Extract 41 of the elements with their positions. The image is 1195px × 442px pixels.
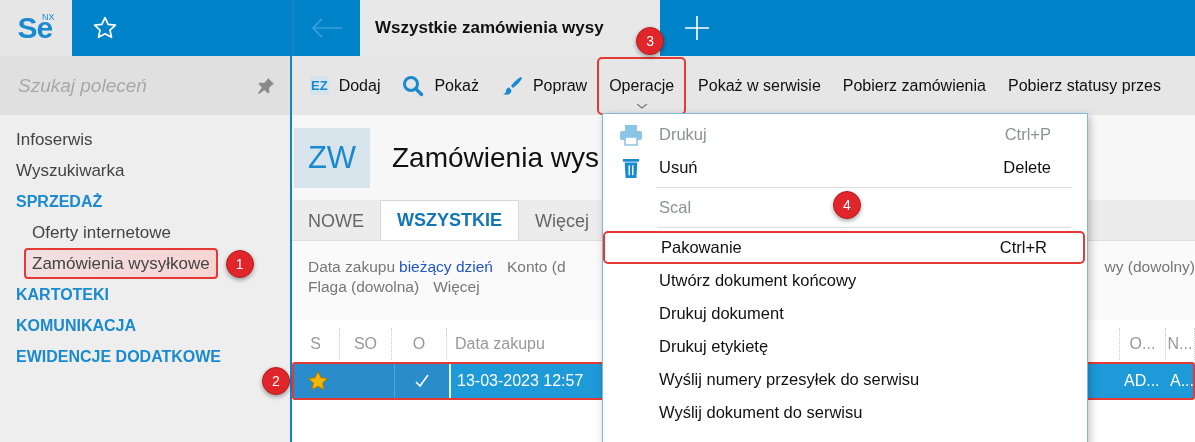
toolbar-button[interactable]: Pokaż w serwisie xyxy=(688,65,831,106)
shortcut-label: Delete xyxy=(1003,158,1051,177)
toolbar-button[interactable]: EZ Dodaj xyxy=(300,65,391,106)
toolbar-button[interactable]: Pokaż xyxy=(392,65,489,106)
menu-item[interactable]: Usuń Delete xyxy=(603,151,1087,184)
toolbar-button[interactable]: Popraw xyxy=(490,65,598,106)
shortcut-label: Ctrl+P xyxy=(1004,125,1051,144)
menu-item[interactable]: Pakowanie Ctrl+R xyxy=(603,231,1085,264)
nav-item[interactable]: Oferty internetowe xyxy=(24,217,179,248)
search-icon xyxy=(402,74,425,97)
filter-option[interactable]: Flaga (dowolna) xyxy=(308,278,420,296)
trash-icon xyxy=(622,156,640,179)
filter-value-link[interactable]: bieżący dzień xyxy=(399,258,493,276)
printer-icon xyxy=(619,123,643,146)
document-type-badge: ZW xyxy=(294,127,370,188)
nav-item[interactable]: Infoserwis xyxy=(8,124,101,155)
filter-option[interactable]: Więcej xyxy=(433,278,480,296)
command-search-field[interactable]: Szukaj poleceń xyxy=(0,56,290,115)
shortcut-label: Ctrl+R xyxy=(999,238,1047,257)
table-cell-text: A... xyxy=(1169,371,1193,391)
menu-item[interactable]: Utwórz dokument końcowy xyxy=(603,264,1087,297)
plus-icon[interactable] xyxy=(684,15,710,41)
filter-tab[interactable]: WSZYSTKIE xyxy=(380,200,519,240)
menu-item[interactable]: Wyślij numery przesyłek do serwisu xyxy=(603,363,1087,396)
star-icon[interactable] xyxy=(92,15,118,41)
filter-option[interactable]: wy (dowolny) xyxy=(1104,258,1195,276)
filter-tab[interactable]: NOWE xyxy=(292,202,380,240)
ez-icon: EZ xyxy=(310,76,329,95)
filter-tab[interactable]: Więcej xyxy=(519,202,606,240)
callout-badge: 1 xyxy=(225,250,254,278)
page-title: Zamówienia wys xyxy=(392,141,599,174)
filter-label: Data zakupu xyxy=(308,258,396,276)
callout-badge: 4 xyxy=(833,191,861,219)
menu-item[interactable]: Drukuj etykietę xyxy=(603,330,1087,363)
table-cell-text: AD... xyxy=(1123,371,1161,391)
toolbar-button[interactable]: Pobierz statusy przes xyxy=(997,65,1171,106)
toolbar-button[interactable]: Pobierz zamówienia xyxy=(832,65,996,106)
filter-option[interactable]: Konto (d xyxy=(506,258,566,276)
nav-item[interactable]: Wyszukiwarka xyxy=(8,155,133,186)
menu-item[interactable]: Drukuj dokument xyxy=(603,297,1087,330)
pin-icon[interactable] xyxy=(256,76,276,96)
